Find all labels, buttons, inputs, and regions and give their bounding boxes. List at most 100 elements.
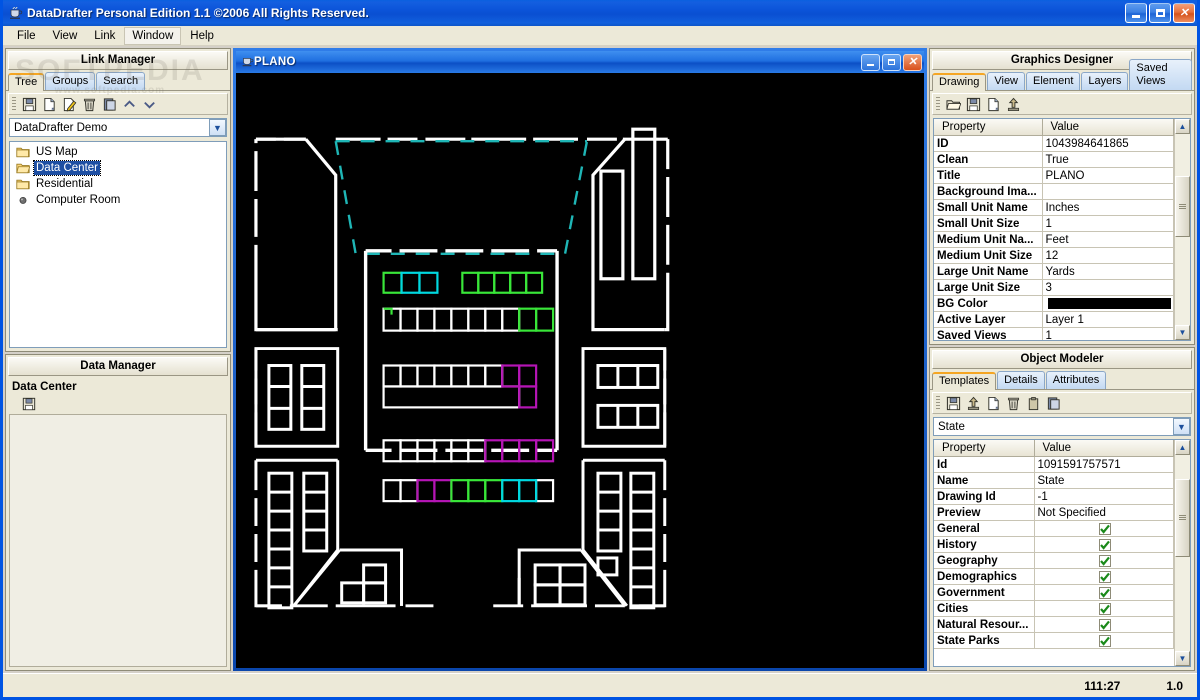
tab-layers[interactable]: Layers: [1081, 72, 1129, 90]
drawing-canvas[interactable]: [236, 73, 924, 668]
tab-groups[interactable]: Groups: [45, 72, 96, 90]
property-value[interactable]: Yards: [1042, 263, 1174, 280]
tab-templates[interactable]: Templates: [932, 372, 997, 390]
copy-icon[interactable]: [1045, 395, 1062, 412]
property-checkbox[interactable]: [1034, 632, 1174, 649]
property-value[interactable]: 1: [1042, 215, 1174, 232]
object-modeler-scrollbar[interactable]: ▲ ▼: [1174, 440, 1190, 666]
tab-tree[interactable]: Tree: [8, 73, 45, 91]
table-row: Active Layer Layer 1: [934, 311, 1174, 328]
property-value[interactable]: Not Specified: [1034, 504, 1174, 521]
tab-search[interactable]: Search: [96, 72, 146, 90]
delete-trash-icon[interactable]: [81, 96, 98, 113]
zoom-readout: 1.0: [1166, 678, 1183, 693]
tab-view[interactable]: View: [987, 72, 1026, 90]
table-row: Saved Views 1: [934, 327, 1174, 340]
object-modeler-property-grid[interactable]: Property Value Id 1091591757571 Name State…: [933, 439, 1191, 667]
edit-pencil-icon[interactable]: [61, 96, 78, 113]
chevron-down-icon[interactable]: ▼: [1173, 418, 1190, 435]
property-value[interactable]: 3: [1042, 279, 1174, 296]
property-value[interactable]: PLANO: [1042, 167, 1174, 184]
toolbar-grip[interactable]: [936, 396, 940, 410]
menu-view[interactable]: View: [45, 27, 86, 45]
property-value[interactable]: Feet: [1042, 231, 1174, 248]
toolbar-grip[interactable]: [936, 97, 940, 111]
column-header-value: Value: [1042, 119, 1174, 136]
minimize-button[interactable]: [1125, 3, 1147, 23]
property-checkbox[interactable]: [1034, 616, 1174, 633]
data-manager-toolbar: [6, 395, 230, 412]
tab-element[interactable]: Element: [1026, 72, 1081, 90]
export-up-icon[interactable]: [1005, 96, 1022, 113]
property-checkbox[interactable]: [1034, 568, 1174, 585]
scroll-down-button[interactable]: ▼: [1175, 325, 1190, 340]
property-name: Drawing Id: [934, 488, 1035, 505]
save-icon[interactable]: [20, 395, 37, 412]
new-document-icon[interactable]: [41, 96, 58, 113]
property-name: Government: [934, 584, 1035, 601]
menu-file[interactable]: File: [9, 27, 44, 45]
menu-help[interactable]: Help: [182, 27, 222, 45]
scroll-up-button[interactable]: ▲: [1175, 119, 1190, 134]
property-checkbox[interactable]: [1034, 584, 1174, 601]
tab-attributes[interactable]: Attributes: [1045, 371, 1107, 389]
tab-details[interactable]: Details: [997, 371, 1045, 389]
property-value[interactable]: State: [1034, 472, 1174, 489]
link-manager-dataset-combo[interactable]: DataDrafter Demo ▼: [9, 118, 227, 137]
property-value[interactable]: -1: [1034, 488, 1174, 505]
scroll-up-button[interactable]: ▲: [1175, 440, 1190, 455]
minimize-button[interactable]: [861, 53, 880, 71]
save-icon[interactable]: [965, 96, 982, 113]
scroll-down-button[interactable]: ▼: [1175, 651, 1190, 666]
save-icon[interactable]: [21, 96, 38, 113]
toolbar-grip[interactable]: [12, 97, 16, 111]
tree-item-computer-room[interactable]: Computer Room: [10, 192, 226, 208]
close-button[interactable]: ✕: [1173, 3, 1195, 23]
table-row: Medium Unit Na... Feet: [934, 231, 1174, 248]
restore-button[interactable]: [882, 53, 901, 71]
paste-icon[interactable]: [1025, 395, 1042, 412]
open-folder-icon[interactable]: [945, 96, 962, 113]
object-modeler-tabs: Templates Details Attributes: [930, 371, 1194, 390]
chevron-down-icon[interactable]: ▼: [209, 119, 226, 136]
new-document-icon[interactable]: [985, 96, 1002, 113]
menu-link[interactable]: Link: [86, 27, 123, 45]
tab-drawing[interactable]: Drawing: [932, 73, 987, 91]
column-header-property: Property: [934, 119, 1043, 136]
graphics-designer-property-grid[interactable]: Property Value ID 1043984641865 Clean True…: [933, 118, 1191, 341]
new-document-icon[interactable]: [985, 395, 1002, 412]
property-checkbox[interactable]: [1034, 600, 1174, 617]
save-icon[interactable]: [945, 395, 962, 412]
property-value[interactable]: 1043984641865: [1042, 135, 1174, 152]
property-value[interactable]: 1: [1042, 327, 1174, 340]
maximize-button[interactable]: [1149, 3, 1171, 23]
object-modeler-template-combo[interactable]: State ▼: [933, 417, 1191, 436]
copy-icon[interactable]: [101, 96, 118, 113]
tree-item-us-map[interactable]: US Map: [10, 144, 226, 160]
graphics-designer-scrollbar[interactable]: ▲ ▼: [1174, 119, 1190, 340]
move-down-icon[interactable]: [141, 96, 158, 113]
tree-item-residential[interactable]: Residential: [10, 176, 226, 192]
property-value[interactable]: Inches: [1042, 199, 1174, 216]
property-checkbox[interactable]: [1034, 552, 1174, 569]
table-row: History: [934, 536, 1174, 553]
property-value[interactable]: Layer 1: [1042, 311, 1174, 328]
close-button[interactable]: ✕: [903, 53, 922, 71]
property-checkbox[interactable]: [1034, 536, 1174, 553]
property-value[interactable]: 12: [1042, 247, 1174, 264]
property-value[interactable]: True: [1042, 151, 1174, 168]
property-checkbox[interactable]: [1034, 520, 1174, 537]
scroll-track[interactable]: [1175, 455, 1190, 651]
property-value[interactable]: 1091591757571: [1034, 456, 1174, 473]
scroll-track[interactable]: [1175, 134, 1190, 325]
bg-color-swatch[interactable]: [1042, 295, 1174, 312]
export-up-icon[interactable]: [965, 395, 982, 412]
link-tree[interactable]: US Map Data Center Residential Computer …: [9, 141, 227, 348]
menu-window[interactable]: Window: [124, 26, 182, 45]
property-name: Large Unit Size: [934, 279, 1043, 296]
delete-trash-icon[interactable]: [1005, 395, 1022, 412]
tab-saved-views[interactable]: Saved Views: [1129, 59, 1192, 90]
tree-item-data-center[interactable]: Data Center: [10, 160, 226, 176]
move-up-icon[interactable]: [121, 96, 138, 113]
property-value[interactable]: [1042, 183, 1174, 200]
